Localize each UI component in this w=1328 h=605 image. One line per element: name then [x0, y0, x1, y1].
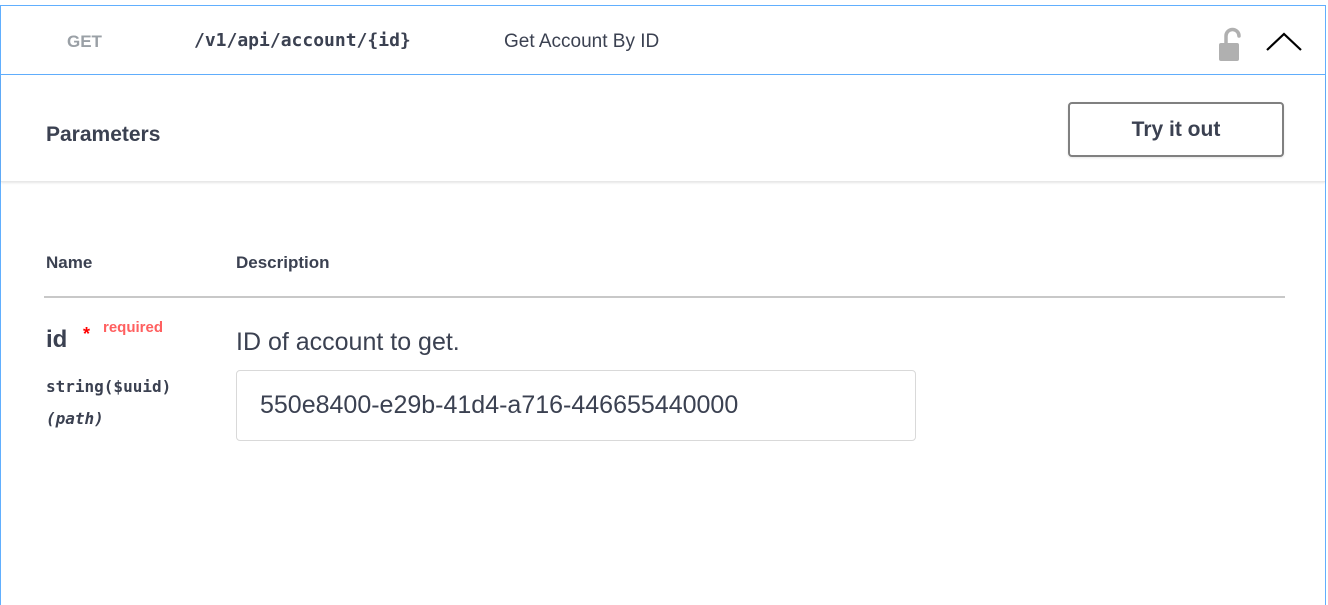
unlock-icon[interactable] — [1215, 26, 1249, 62]
parameter-location: (path) — [46, 409, 104, 428]
operation-summary-text: Get Account By ID — [504, 31, 660, 52]
parameter-name: id — [46, 326, 68, 353]
table-header-divider — [44, 296, 1285, 298]
column-header-description: Description — [236, 253, 330, 272]
id-parameter-input[interactable] — [236, 370, 916, 441]
column-header-name: Name — [46, 253, 93, 272]
endpoint-path: /v1/api/account/{id} — [194, 30, 411, 51]
parameter-type: string($uuid) — [46, 377, 172, 396]
http-method: GET — [67, 32, 102, 51]
required-label: required — [103, 319, 164, 336]
operation-summary[interactable]: GET /v1/api/account/{id} Get Account By … — [1, 6, 1325, 75]
chevron-up-icon[interactable] — [1263, 30, 1305, 54]
parameter-description: ID of account to get. — [236, 328, 460, 356]
operation-block: GET /v1/api/account/{id} Get Account By … — [0, 5, 1326, 605]
parameters-title: Parameters — [46, 123, 161, 146]
parameters-header: Parameters Try it out — [1, 75, 1325, 182]
required-asterisk: * — [83, 324, 91, 344]
try-it-out-button[interactable]: Try it out — [1068, 102, 1284, 157]
